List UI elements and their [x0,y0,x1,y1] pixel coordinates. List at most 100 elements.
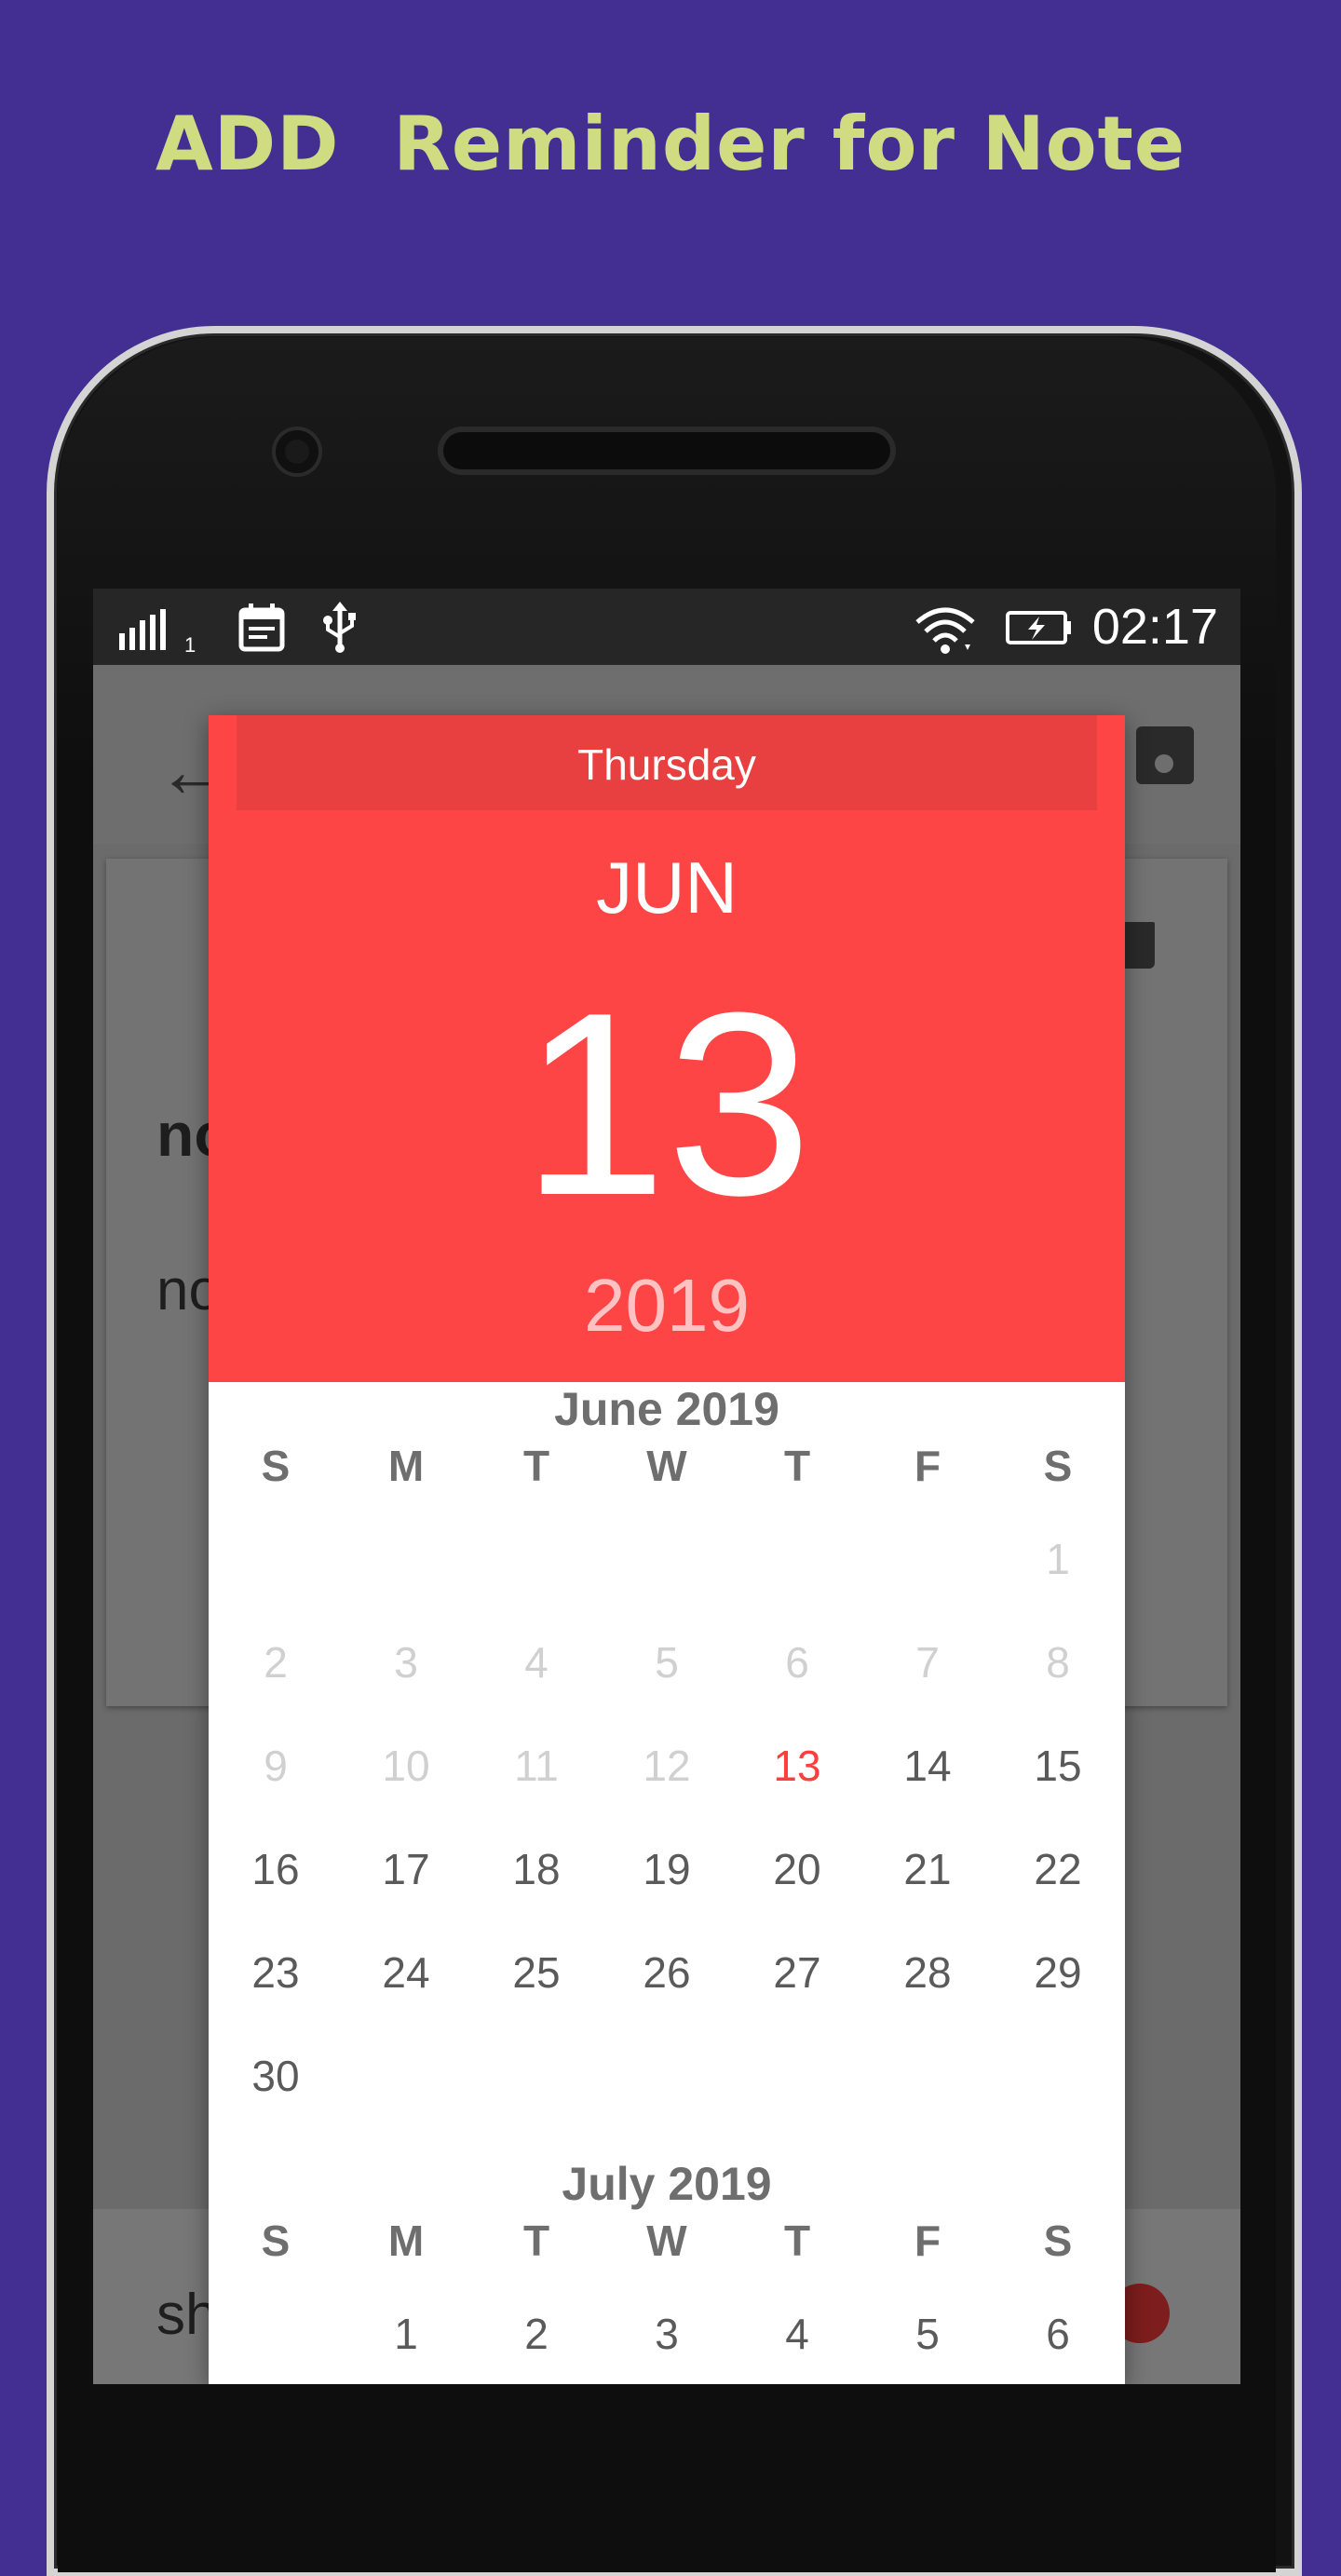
weekday-header-row: SMTWTFS [209,2194,1125,2287]
status-bar: 1 02:17 [93,589,1240,665]
header-day-of-week: Thursday [237,715,1097,810]
promo-title: ADD Reminder for Note [155,101,1186,187]
weekday-label: S [1043,2217,1073,2265]
calendar-day-number: 24 [382,1948,430,1997]
calendar-day-number: 5 [655,1638,679,1687]
calendar-day-number: 26 [643,1948,691,1997]
calendar-day[interactable]: 27 [732,1926,862,2019]
calendar-week-row: 30 [209,2029,1125,2122]
calendar-day-number: 4 [524,1638,549,1687]
calendar-day[interactable]: 20 [732,1823,862,1916]
calendar-day[interactable]: 5 [862,2287,993,2380]
weekday-label: F [914,2217,941,2265]
calendar-day[interactable]: 22 [993,1823,1123,1916]
calendar-day[interactable]: 6 [993,2287,1123,2380]
calendar-week-row: 2 3 4 5 6 7 8 [209,1616,1125,1709]
calendar-day: 4 [471,1616,602,1709]
date-picker-header: Thursday JUN 13 2019 [209,715,1125,1382]
weekday-label: F [914,1442,941,1490]
weekday-label: T [783,2217,811,2265]
calendar-day: 7 [862,1616,993,1709]
calendar-day-number: 28 [903,1948,952,1997]
calendar-day-number: 9 [264,1742,288,1790]
calendar-week-row: 16 17 18 19 20 21 22 [209,1823,1125,1916]
calendar-week-row: 9 10 11 12 13 14 15 [209,1715,1125,1816]
calendar-day: 9 [210,1719,341,1812]
calendar-day-number: 7 [915,1638,940,1687]
weekday-label: M [387,1442,425,1490]
signal-icon [119,609,166,650]
calendar-day-number: 1 [1046,1535,1070,1583]
calendar-day-number: 6 [785,1638,809,1687]
calendar-day[interactable]: 21 [862,1823,993,1916]
calendar-day: 3 [341,1616,471,1709]
calendar-day[interactable]: 28 [862,1926,993,2019]
calendar-day-number: 2 [524,2310,549,2358]
phone-screen: 1 02:17 ← no no sh Thursday JUN 13 2019 … [93,589,1240,2384]
date-picker-dialog: Thursday JUN 13 2019 June 2019 S M T W T F S 1 2 3… [209,715,1125,2384]
calendar-day-number: 27 [773,1948,821,1997]
calendar-day-number: 6 [1046,2310,1070,2358]
calendar-day-number: 15 [1034,1742,1082,1790]
calendar-day-number: 19 [643,1845,691,1893]
calendar-day[interactable]: 16 [210,1823,341,1916]
calendar-day-number: 1 [394,2310,418,2358]
calendar-day: 6 [732,1616,862,1709]
header-day[interactable]: 13 [209,965,1125,1244]
calendar-day-number: 21 [903,1845,952,1893]
calendar-day-number: 14 [903,1742,952,1790]
calendar-day[interactable]: 19 [602,1823,732,1916]
calendar-day[interactable]: 4 [732,2287,862,2380]
battery-charging-icon [1006,611,1071,644]
calendar-day[interactable]: 18 [471,1823,602,1916]
weekday-label: T [783,1442,811,1490]
calendar-day-number: 22 [1034,1845,1082,1893]
calendar-day-number: 30 [251,2052,300,2100]
calendar-day-number: 12 [643,1742,691,1790]
calendar-day-number: 11 [514,1742,559,1790]
calendar-week-row: 1 [209,1512,1125,1606]
calendar-day[interactable]: 24 [341,1926,471,2019]
calendar-day-number: 18 [512,1845,561,1893]
calendar-day[interactable]: 26 [602,1926,732,2019]
weekday-label: S [261,1442,291,1490]
sim-label: 1 [184,633,196,657]
calendar-day[interactable]: 29 [993,1926,1123,2019]
calendar-day-number: 29 [1034,1948,1082,1997]
calendar-day[interactable]: 23 [210,1926,341,2019]
weekday-header-row: SMTWTFS [209,1419,1125,1512]
calendar-day: 2 [210,1616,341,1709]
calendar-day-number: 13 [773,1742,821,1790]
calendar-day-number: 17 [382,1845,430,1893]
calendar-day[interactable]: 3 [602,2287,732,2380]
calendar-day[interactable]: 14 [862,1719,993,1812]
calendar-day[interactable]: 15 [993,1719,1123,1812]
calendar-day-number: 25 [512,1948,561,1997]
calendar-day: 8 [993,1616,1123,1709]
calendar-day: 10 [341,1719,471,1812]
calendar-day-number: 8 [1046,1638,1070,1687]
calendar-week-row: 23 24 25 26 27 28 29 [209,1926,1125,2019]
weekday-label: S [261,2217,291,2265]
calendar-day[interactable]: 25 [471,1926,602,2019]
calendar-day-number: 5 [915,2310,940,2358]
save-icon[interactable] [1136,726,1194,784]
weekday-label: W [646,1442,687,1490]
header-year[interactable]: 2019 [209,1263,1125,1349]
phone-speaker [443,432,890,469]
calendar-day[interactable]: 2 [471,2287,602,2380]
calendar-day: 11 [471,1719,602,1812]
usb-icon [323,602,356,653]
status-time: 02:17 [1091,599,1218,655]
calendar-day[interactable]: 1 [341,2287,471,2380]
calendar-day[interactable]: 30 [210,2029,341,2122]
header-month[interactable]: JUN [209,846,1125,930]
calendar-day-selected[interactable]: 13 [732,1715,862,1816]
weekday-label: T [522,2217,550,2265]
weekday-label: T [522,1442,550,1490]
calendar-day[interactable]: 17 [341,1823,471,1916]
calendar-day-number: 4 [785,2310,809,2358]
weekday-label: S [1043,1442,1073,1490]
calendar-day-number: 3 [394,1638,418,1687]
calendar-day-number: 2 [264,1638,288,1687]
